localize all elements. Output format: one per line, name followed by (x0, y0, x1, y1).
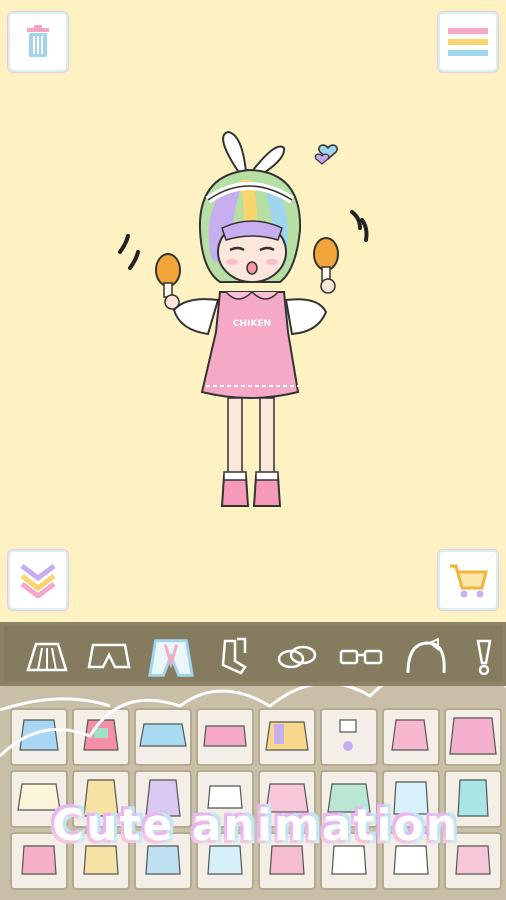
category-socks[interactable] (210, 632, 260, 682)
outerwear-icon (148, 639, 194, 677)
item-grid (0, 686, 506, 900)
shirt-text: CHIKEN (233, 319, 271, 329)
glasses-icon (339, 649, 383, 665)
category-headband[interactable] (400, 632, 450, 682)
shorts-icon (87, 643, 131, 669)
category-accessory[interactable] (460, 632, 506, 682)
cloud-decoration (0, 686, 506, 758)
category-shoes[interactable] (272, 632, 322, 682)
category-shorts[interactable] (84, 632, 134, 682)
trash-icon (27, 25, 49, 57)
cart-icon (450, 564, 488, 598)
trash-button[interactable] (10, 14, 66, 70)
accessory-icon (476, 639, 492, 676)
shoes-icon (277, 645, 317, 669)
collapse-button[interactable] (10, 552, 66, 608)
menu-button[interactable] (440, 14, 496, 70)
character-figure[interactable]: CHIKEN (100, 120, 390, 530)
socks-icon (221, 637, 247, 675)
character-stage: CHIKEN (0, 0, 506, 622)
skirt-icon (26, 642, 68, 672)
collapse-icon (20, 564, 56, 598)
category-toolbar (0, 622, 506, 686)
category-glasses[interactable] (336, 632, 386, 682)
promo-caption: Cute animation (52, 800, 460, 851)
category-outerwear[interactable] (146, 632, 196, 682)
menu-icon (448, 28, 488, 56)
headband-icon (406, 637, 446, 674)
cart-button[interactable] (440, 552, 496, 608)
category-skirt[interactable] (22, 632, 72, 682)
